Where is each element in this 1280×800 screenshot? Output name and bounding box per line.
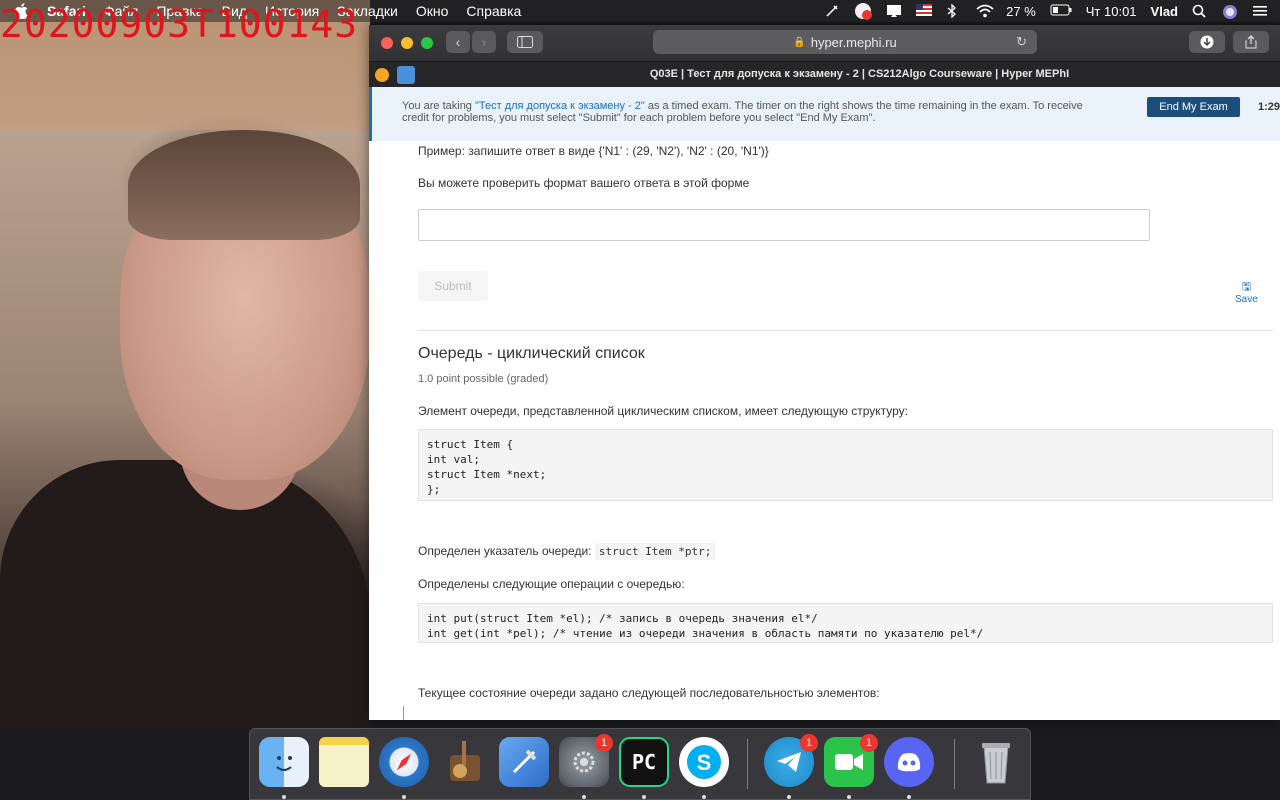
chevron-left-icon: ‹ (455, 34, 461, 50)
reload-icon[interactable]: ↻ (1016, 34, 1027, 50)
check-format-text: Вы можете проверить формат вашего ответа… (418, 176, 750, 190)
airplay-icon[interactable] (886, 4, 902, 18)
webcam-feed (0, 0, 370, 730)
dock-separator (747, 739, 748, 789)
dock: 1 PC S 1 1 (249, 728, 1031, 800)
person-hair (128, 130, 360, 240)
control-center-icon[interactable] (1252, 4, 1268, 18)
timed-exam-banner: You are taking "Тест для допуска к экзам… (369, 87, 1280, 141)
menu-window[interactable]: Окно (407, 3, 458, 19)
battery-icon[interactable] (1050, 4, 1072, 18)
safari-icon[interactable] (379, 737, 429, 787)
banner-text: You are taking "Тест для допуска к экзам… (402, 100, 1102, 124)
favorite-chat-icon[interactable] (397, 66, 415, 84)
tab-title[interactable]: Q03E | Тест для допуска к экзамену - 2 |… (439, 68, 1280, 80)
struct-code-block: struct Item { int val; struct Item *next… (418, 429, 1273, 501)
minimize-window-button[interactable] (401, 37, 413, 49)
system-preferences-icon[interactable]: 1 (559, 734, 613, 787)
wifi-icon[interactable] (976, 4, 994, 18)
user-name[interactable]: Vlad (1151, 4, 1178, 19)
svg-text:S: S (697, 750, 712, 775)
ops-intro: Определены следующие операции с очередью… (418, 577, 685, 591)
forward-button[interactable]: › (472, 31, 496, 53)
system-preferences-badge: 1 (595, 734, 613, 752)
browser-toolbar: ‹ › 🔒 hyper.mephi.ru ↻ (369, 25, 1280, 61)
url-text: hyper.mephi.ru (810, 34, 897, 50)
share-button[interactable] (1233, 31, 1269, 53)
back-button[interactable]: ‹ (446, 31, 470, 53)
chevron-right-icon: › (481, 34, 487, 50)
menu-help[interactable]: Справка (457, 3, 530, 19)
question-points: 1.0 point possible (graded) (418, 373, 549, 385)
fullscreen-window-button[interactable] (421, 37, 433, 49)
notes-icon[interactable] (319, 737, 369, 787)
flag-us-icon[interactable] (916, 4, 933, 18)
sidebar-icon (517, 36, 533, 48)
divider (418, 330, 1273, 331)
pycharm-running-dot (642, 795, 646, 799)
address-bar[interactable]: 🔒 hyper.mephi.ru ↻ (653, 30, 1037, 54)
trash-icon[interactable] (971, 737, 1021, 787)
dock-separator-trash (954, 739, 955, 789)
facetime-icon[interactable]: 1 (824, 734, 878, 787)
battery-percent: 27 % (1006, 3, 1036, 19)
close-window-button[interactable] (381, 37, 393, 49)
favorite-site-icon[interactable] (375, 68, 389, 82)
discord-running-dot (907, 795, 911, 799)
bluetooth-icon[interactable] (946, 3, 962, 19)
telegram-icon[interactable]: 1 (764, 734, 818, 787)
tab-bar: Q03E | Тест для допуска к экзамену - 2 |… (369, 61, 1280, 88)
queue-state-intro: Текущее состояние очереди задано следующ… (418, 686, 880, 700)
telegram-running-dot (787, 795, 791, 799)
submit-button[interactable]: Submit (418, 271, 488, 301)
download-icon (1200, 35, 1214, 49)
pycharm-label: PC (631, 750, 657, 774)
answer-example: Пример: запишите ответ в виде {'N1' : (2… (418, 144, 769, 158)
banner-prefix: You are taking (402, 100, 475, 112)
page-content: Пример: запишите ответ в виде {'N1' : (2… (369, 141, 1280, 720)
exam-link[interactable]: "Тест для допуска к экзамену - 2" (475, 100, 645, 112)
pycharm-icon[interactable]: PC (619, 737, 669, 787)
finder-icon[interactable] (259, 737, 309, 787)
system-preferences-running-dot (582, 795, 586, 799)
end-exam-button[interactable]: End My Exam (1147, 97, 1240, 117)
timestamp-watermark: 20200903T100143 (0, 2, 359, 46)
floppy-disk-icon: 🖫 (1241, 281, 1252, 293)
lock-icon: 🔒 (793, 36, 806, 48)
garageband-icon[interactable] (439, 737, 489, 787)
person-shirt (0, 460, 370, 730)
discord-icon[interactable] (884, 737, 934, 787)
safari-window: ‹ › 🔒 hyper.mephi.ru ↻ Q03E | Тест для д… (369, 25, 1280, 720)
share-icon (1245, 35, 1257, 49)
struct-intro: Элемент очереди, представленной цикличес… (418, 404, 909, 418)
exam-timer: 1:29: (1258, 101, 1280, 113)
skype-running-dot (702, 795, 706, 799)
pointer-code: struct Item *ptr; (594, 543, 716, 560)
facetime-badge: 1 (860, 734, 878, 752)
ops-code-block: int put(struct Item *el); /* запись в оч… (418, 603, 1273, 643)
question-title: Очередь - циклический список (418, 345, 645, 362)
sidebar-button[interactable] (507, 31, 543, 53)
pen-tool-icon[interactable] (824, 4, 840, 18)
pointer-label: Определен указатель очереди: (418, 544, 592, 558)
telegram-badge: 1 (800, 734, 818, 752)
siri-icon[interactable] (1222, 4, 1238, 19)
save-label: Save (1235, 294, 1258, 305)
finder-running-dot (282, 795, 286, 799)
safari-running-dot (402, 795, 406, 799)
clock[interactable]: Чт 10:01 (1086, 4, 1137, 19)
save-button[interactable]: 🖫 Save (1235, 281, 1258, 306)
xcode-icon[interactable] (499, 737, 549, 787)
left-border (403, 706, 404, 720)
notification-badge-icon[interactable] (854, 2, 873, 20)
skype-icon[interactable]: S (679, 737, 729, 787)
search-icon[interactable] (1192, 4, 1208, 18)
facetime-running-dot (847, 795, 851, 799)
downloads-button[interactable] (1189, 31, 1225, 53)
pointer-line: Определен указатель очереди: struct Item… (418, 543, 716, 560)
answer-input[interactable] (418, 209, 1150, 241)
